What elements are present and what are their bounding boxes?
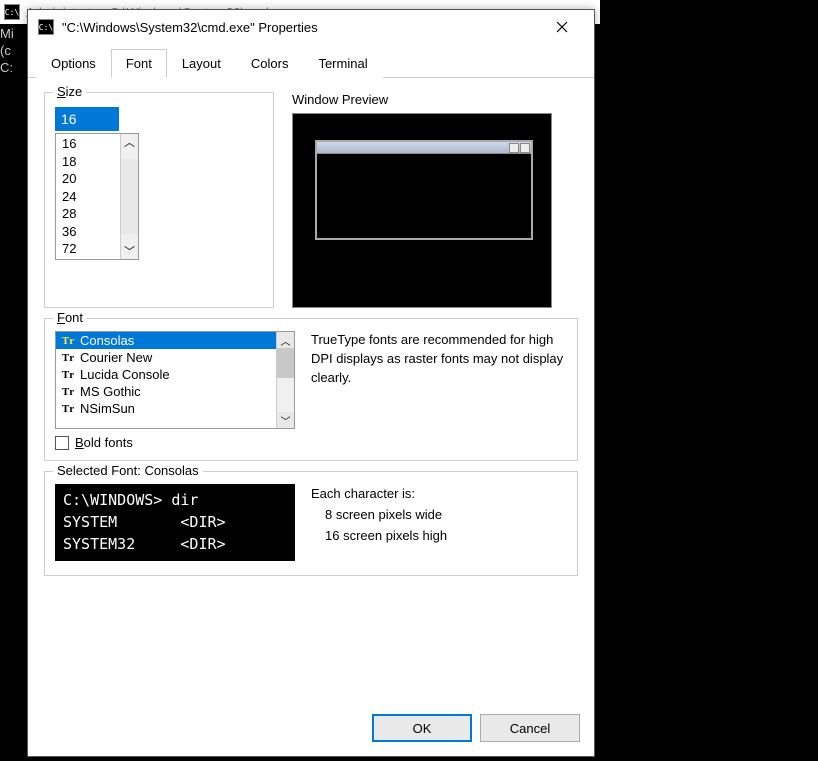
preview-section: Window Preview: [292, 92, 578, 308]
size-scrollbar[interactable]: ︿ ﹀: [120, 134, 138, 259]
cmd-icon: C:\: [38, 19, 54, 35]
size-option[interactable]: 28: [60, 205, 116, 223]
selected-font-group: Selected Font: Consolas C:\WINDOWS> dir …: [44, 471, 578, 576]
font-option[interactable]: ƬrCourier New: [56, 349, 276, 366]
font-option[interactable]: ƬrLucida Console: [56, 366, 276, 383]
scroll-down-icon[interactable]: ﹀: [277, 412, 294, 428]
truetype-icon: Ƭr: [60, 385, 76, 399]
truetype-icon: Ƭr: [60, 368, 76, 382]
font-scrollbar[interactable]: ︿ ﹀: [276, 332, 294, 428]
background-console-output: Mi (c C:: [0, 24, 14, 79]
size-option[interactable]: 24: [60, 188, 116, 206]
preview-window: [315, 140, 533, 240]
tab-colors[interactable]: Colors: [236, 49, 304, 78]
ok-button[interactable]: OK: [372, 714, 472, 742]
scroll-track[interactable]: [121, 159, 138, 234]
bold-fonts-label: Bold fonts: [75, 435, 133, 450]
font-list-container: ƬrConsolas ƬrCourier New ƬrLucida Consol…: [55, 331, 295, 429]
size-option[interactable]: 16: [60, 135, 116, 153]
preview-window-titlebar: [317, 142, 531, 154]
tab-strip: Options Font Layout Colors Terminal: [28, 48, 594, 78]
truetype-icon: Ƭr: [60, 334, 76, 348]
size-option[interactable]: 36: [60, 223, 116, 241]
truetype-icon: Ƭr: [60, 351, 76, 365]
size-option[interactable]: 20: [60, 170, 116, 188]
scroll-thumb[interactable]: [277, 348, 294, 378]
close-button[interactable]: [540, 11, 584, 43]
size-input[interactable]: [55, 107, 119, 131]
tab-terminal[interactable]: Terminal: [303, 49, 382, 78]
size-label: Size: [53, 84, 86, 99]
char-height: 16 screen pixels high: [311, 526, 447, 547]
font-group: Font ƬrConsolas ƬrCourier New ƬrLucida C…: [44, 318, 578, 461]
font-description: TrueType fonts are recommended for high …: [311, 331, 567, 429]
window-preview: [292, 113, 552, 308]
cmd-icon: C:\: [4, 4, 20, 20]
size-group: Size 16 18 20 24 28 36 72 ︿: [44, 92, 274, 308]
font-sample: C:\WINDOWS> dir SYSTEM <DIR> SYSTEM32 <D…: [55, 484, 295, 561]
scroll-track[interactable]: [277, 378, 294, 412]
dialog-button-row: OK Cancel: [28, 706, 594, 756]
close-icon: [556, 21, 568, 33]
character-info: Each character is: 8 screen pixels wide …: [311, 484, 447, 546]
window-preview-label: Window Preview: [292, 92, 578, 107]
tab-font[interactable]: Font: [111, 49, 167, 78]
font-label: Font: [53, 310, 87, 325]
size-option[interactable]: 72: [60, 240, 116, 258]
size-and-preview-row: Size 16 18 20 24 28 36 72 ︿: [44, 92, 578, 308]
font-list[interactable]: ƬrConsolas ƬrCourier New ƬrLucida Consol…: [56, 332, 276, 428]
bold-fonts-row: Bold fonts: [55, 435, 567, 450]
selected-font-label: Selected Font: Consolas: [53, 463, 203, 478]
tab-options[interactable]: Options: [36, 49, 111, 78]
char-width: 8 screen pixels wide: [311, 505, 447, 526]
font-option[interactable]: ƬrNSimSun: [56, 400, 276, 417]
font-option[interactable]: ƬrConsolas: [56, 332, 276, 349]
scroll-down-icon[interactable]: ﹀: [121, 234, 138, 259]
bold-fonts-checkbox[interactable]: [55, 436, 69, 450]
cancel-button[interactable]: Cancel: [480, 714, 580, 742]
char-info-heading: Each character is:: [311, 484, 447, 505]
size-list-container: 16 18 20 24 28 36 72 ︿ ﹀: [55, 133, 139, 260]
size-option[interactable]: 18: [60, 153, 116, 171]
scroll-up-icon[interactable]: ︿: [121, 134, 138, 159]
size-list[interactable]: 16 18 20 24 28 36 72: [56, 134, 120, 259]
dialog-title: "C:\Windows\System32\cmd.exe" Properties: [62, 20, 532, 35]
font-option[interactable]: ƬrMS Gothic: [56, 383, 276, 400]
tab-layout[interactable]: Layout: [167, 49, 236, 78]
properties-dialog: C:\ "C:\Windows\System32\cmd.exe" Proper…: [27, 9, 595, 757]
scroll-up-icon[interactable]: ︿: [277, 332, 294, 348]
tab-body: Size 16 18 20 24 28 36 72 ︿: [28, 78, 594, 706]
dialog-titlebar: C:\ "C:\Windows\System32\cmd.exe" Proper…: [28, 10, 594, 44]
truetype-icon: Ƭr: [60, 402, 76, 416]
